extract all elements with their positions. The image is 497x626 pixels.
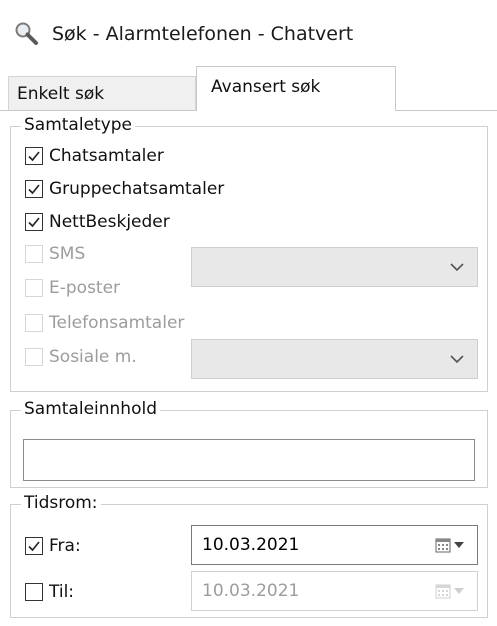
fra-date-picker[interactable]: 10.03.2021 [191, 525, 478, 565]
sms-combo [191, 247, 478, 287]
telefonsamtaler-label: Telefonsamtaler [49, 313, 185, 333]
fra-checkbox[interactable] [25, 537, 43, 555]
fra-label: Fra: [49, 536, 81, 556]
til-date-value: 10.03.2021 [202, 581, 300, 601]
til-option[interactable]: Til: [25, 579, 74, 605]
sosiale-label: Sosiale m. [49, 347, 137, 367]
calendar-dropdown-button[interactable] [435, 537, 465, 553]
e-poster-label: E-poster [49, 278, 121, 298]
tidsrom-legend: Tidsrom: [21, 493, 101, 513]
checkmark-icon [28, 151, 40, 162]
nettbeskjeder-label: NettBeskjeder [49, 212, 170, 232]
samtaleinnhold-group: Samtaleinnhold [10, 399, 488, 488]
calendar-icon [435, 538, 451, 553]
title-bar: Søk - Alarmtelefonen - Chatvert [14, 18, 353, 50]
telefonsamtaler-checkbox [25, 314, 43, 332]
chevron-down-icon [450, 355, 464, 364]
tab-enkelt-sok[interactable]: Enkelt søk [8, 76, 196, 110]
window-title: Søk - Alarmtelefonen - Chatvert [52, 23, 354, 45]
samtaletype-legend: Samtaletype [21, 115, 136, 135]
dropdown-arrow-icon [454, 588, 464, 594]
gruppechatsamtaler-option[interactable]: Gruppechatsamtaler [25, 176, 224, 202]
gruppechatsamtaler-label: Gruppechatsamtaler [49, 179, 225, 199]
calendar-dropdown-button [435, 583, 465, 599]
til-checkbox[interactable] [25, 583, 43, 601]
sms-label: SMS [49, 244, 86, 264]
sms-checkbox [25, 245, 43, 263]
samtaleinnhold-input[interactable] [23, 439, 475, 481]
e-poster-checkbox [25, 279, 43, 297]
chevron-down-icon [450, 263, 464, 272]
checkmark-icon [28, 541, 40, 552]
dropdown-arrow-icon [454, 542, 464, 548]
samtaletype-group: Samtaletype Chatsamtaler Gruppechatsamta… [10, 115, 488, 392]
search-icon [15, 22, 38, 45]
telefonsamtaler-option: Telefonsamtaler [25, 310, 184, 336]
search-window: Søk - Alarmtelefonen - Chatvert Enkelt s… [0, 0, 497, 626]
til-label: Til: [49, 582, 75, 602]
gruppechatsamtaler-checkbox[interactable] [25, 180, 43, 198]
tab-avansert-sok[interactable]: Avansert søk [196, 66, 396, 111]
checkmark-icon [28, 217, 40, 228]
sosiale-checkbox [25, 348, 43, 366]
nettbeskjeder-option[interactable]: NettBeskjeder [25, 209, 170, 235]
til-date-picker: 10.03.2021 [191, 571, 478, 611]
chatsamtaler-label: Chatsamtaler [49, 146, 164, 166]
calendar-icon [435, 584, 451, 599]
tidsrom-group: Tidsrom: Fra: Til: 10.03.2021 10.03.2021 [10, 493, 488, 618]
fra-option[interactable]: Fra: [25, 533, 81, 559]
chatsamtaler-checkbox[interactable] [25, 147, 43, 165]
tab-strip: Enkelt søk Avansert søk [0, 66, 497, 111]
sosiale-combo [191, 339, 478, 379]
nettbeskjeder-checkbox[interactable] [25, 213, 43, 231]
checkmark-icon [28, 184, 40, 195]
chatsamtaler-option[interactable]: Chatsamtaler [25, 143, 164, 169]
e-poster-option: E-poster [25, 275, 120, 301]
samtaleinnhold-legend: Samtaleinnhold [21, 399, 160, 419]
sms-option: SMS [25, 241, 85, 267]
fra-date-value: 10.03.2021 [202, 535, 300, 555]
sosiale-option: Sosiale m. [25, 344, 137, 370]
